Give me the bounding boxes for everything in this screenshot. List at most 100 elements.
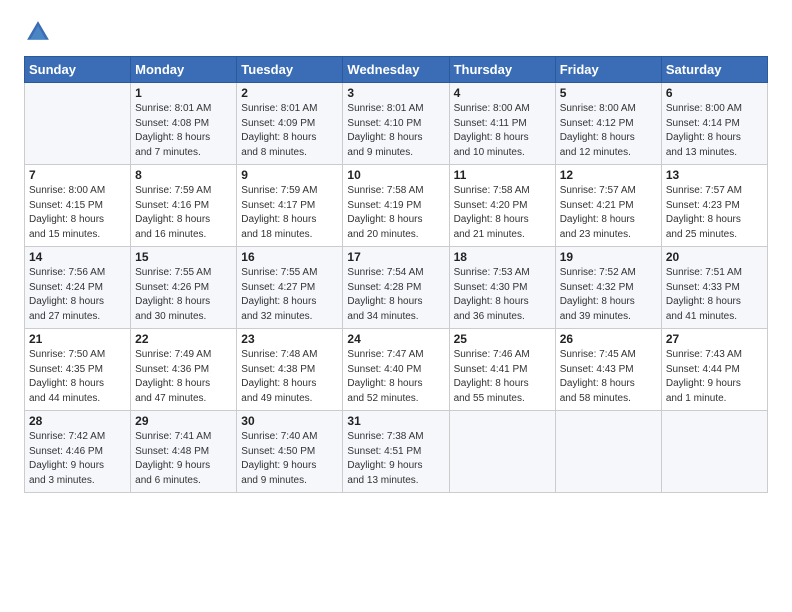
cell-info: Sunrise: 7:57 AM Sunset: 4:21 PM Dayligh… bbox=[560, 184, 657, 242]
cell-info: Sunrise: 8:01 AM Sunset: 4:10 PM Dayligh… bbox=[347, 102, 444, 160]
calendar-week-row: 28 Sunrise: 7:42 AM Sunset: 4:46 PM Dayli… bbox=[25, 411, 768, 493]
day-number: 23 bbox=[241, 332, 338, 346]
calendar-cell: 10 Sunrise: 7:58 AM Sunset: 4:19 PM Dayli… bbox=[343, 165, 449, 247]
weekday-header: Wednesday bbox=[343, 57, 449, 83]
cell-info: Sunrise: 7:51 AM Sunset: 4:33 PM Dayligh… bbox=[666, 266, 763, 324]
day-number: 19 bbox=[560, 250, 657, 264]
day-number: 6 bbox=[666, 86, 763, 100]
weekday-header: Sunday bbox=[25, 57, 131, 83]
cell-info: Sunrise: 7:58 AM Sunset: 4:20 PM Dayligh… bbox=[454, 184, 551, 242]
logo-icon bbox=[24, 18, 52, 46]
calendar-cell: 16 Sunrise: 7:55 AM Sunset: 4:27 PM Dayli… bbox=[237, 247, 343, 329]
day-number: 13 bbox=[666, 168, 763, 182]
calendar-cell: 7 Sunrise: 8:00 AM Sunset: 4:15 PM Daylig… bbox=[25, 165, 131, 247]
cell-info: Sunrise: 7:46 AM Sunset: 4:41 PM Dayligh… bbox=[454, 348, 551, 406]
day-number: 26 bbox=[560, 332, 657, 346]
cell-info: Sunrise: 7:38 AM Sunset: 4:51 PM Dayligh… bbox=[347, 430, 444, 488]
calendar-cell: 17 Sunrise: 7:54 AM Sunset: 4:28 PM Dayli… bbox=[343, 247, 449, 329]
calendar-cell: 19Sunrise: 7:52 AM Sunset: 4:32 PM Dayli… bbox=[555, 247, 661, 329]
weekday-header: Tuesday bbox=[237, 57, 343, 83]
day-number: 30 bbox=[241, 414, 338, 428]
calendar-cell: 11 Sunrise: 7:58 AM Sunset: 4:20 PM Dayli… bbox=[449, 165, 555, 247]
cell-info: Sunrise: 8:01 AM Sunset: 4:08 PM Dayligh… bbox=[135, 102, 232, 160]
calendar-header-row: SundayMondayTuesdayWednesdayThursdayFrid… bbox=[25, 57, 768, 83]
day-number: 9 bbox=[241, 168, 338, 182]
day-number: 17 bbox=[347, 250, 444, 264]
calendar-cell: 13 Sunrise: 7:57 AM Sunset: 4:23 PM Dayli… bbox=[661, 165, 767, 247]
calendar-cell: 24Sunrise: 7:47 AM Sunset: 4:40 PM Dayli… bbox=[343, 329, 449, 411]
cell-info: Sunrise: 7:50 AM Sunset: 4:35 PM Dayligh… bbox=[29, 348, 126, 406]
calendar-cell: 20 Sunrise: 7:51 AM Sunset: 4:33 PM Dayli… bbox=[661, 247, 767, 329]
calendar-cell: 15 Sunrise: 7:55 AM Sunset: 4:26 PM Dayli… bbox=[131, 247, 237, 329]
calendar-cell: 14Sunrise: 7:56 AM Sunset: 4:24 PM Dayli… bbox=[25, 247, 131, 329]
cell-info: Sunrise: 7:59 AM Sunset: 4:17 PM Dayligh… bbox=[241, 184, 338, 242]
calendar-cell: 22 Sunrise: 7:49 AM Sunset: 4:36 PM Dayli… bbox=[131, 329, 237, 411]
calendar-cell bbox=[661, 411, 767, 493]
calendar-cell: 8Sunrise: 7:59 AM Sunset: 4:16 PM Daylig… bbox=[131, 165, 237, 247]
day-number: 15 bbox=[135, 250, 232, 264]
cell-info: Sunrise: 7:40 AM Sunset: 4:50 PM Dayligh… bbox=[241, 430, 338, 488]
calendar-week-row: 7 Sunrise: 8:00 AM Sunset: 4:15 PM Daylig… bbox=[25, 165, 768, 247]
day-number: 4 bbox=[454, 86, 551, 100]
day-number: 18 bbox=[454, 250, 551, 264]
day-number: 2 bbox=[241, 86, 338, 100]
calendar-cell: 1 Sunrise: 8:01 AM Sunset: 4:08 PM Daylig… bbox=[131, 83, 237, 165]
calendar-cell: 31 Sunrise: 7:38 AM Sunset: 4:51 PM Dayli… bbox=[343, 411, 449, 493]
calendar-table: SundayMondayTuesdayWednesdayThursdayFrid… bbox=[24, 56, 768, 493]
day-number: 31 bbox=[347, 414, 444, 428]
calendar-week-row: 21 Sunrise: 7:50 AM Sunset: 4:35 PM Dayli… bbox=[25, 329, 768, 411]
day-number: 24 bbox=[347, 332, 444, 346]
calendar-cell: 6 Sunrise: 8:00 AM Sunset: 4:14 PM Daylig… bbox=[661, 83, 767, 165]
cell-info: Sunrise: 7:57 AM Sunset: 4:23 PM Dayligh… bbox=[666, 184, 763, 242]
calendar-cell bbox=[25, 83, 131, 165]
day-number: 16 bbox=[241, 250, 338, 264]
cell-info: Sunrise: 7:56 AM Sunset: 4:24 PM Dayligh… bbox=[29, 266, 126, 324]
day-number: 28 bbox=[29, 414, 126, 428]
cell-info: Sunrise: 7:54 AM Sunset: 4:28 PM Dayligh… bbox=[347, 266, 444, 324]
calendar-cell: 9 Sunrise: 7:59 AM Sunset: 4:17 PM Daylig… bbox=[237, 165, 343, 247]
calendar-week-row: 14Sunrise: 7:56 AM Sunset: 4:24 PM Dayli… bbox=[25, 247, 768, 329]
calendar-cell bbox=[449, 411, 555, 493]
cell-info: Sunrise: 7:45 AM Sunset: 4:43 PM Dayligh… bbox=[560, 348, 657, 406]
day-number: 20 bbox=[666, 250, 763, 264]
day-number: 22 bbox=[135, 332, 232, 346]
cell-info: Sunrise: 7:49 AM Sunset: 4:36 PM Dayligh… bbox=[135, 348, 232, 406]
weekday-header: Thursday bbox=[449, 57, 555, 83]
day-number: 7 bbox=[29, 168, 126, 182]
cell-info: Sunrise: 7:58 AM Sunset: 4:19 PM Dayligh… bbox=[347, 184, 444, 242]
page: SundayMondayTuesdayWednesdayThursdayFrid… bbox=[0, 0, 792, 503]
calendar-cell: 12 Sunrise: 7:57 AM Sunset: 4:21 PM Dayli… bbox=[555, 165, 661, 247]
calendar-week-row: 1 Sunrise: 8:01 AM Sunset: 4:08 PM Daylig… bbox=[25, 83, 768, 165]
day-number: 5 bbox=[560, 86, 657, 100]
calendar-cell bbox=[555, 411, 661, 493]
cell-info: Sunrise: 7:41 AM Sunset: 4:48 PM Dayligh… bbox=[135, 430, 232, 488]
calendar-cell: 26 Sunrise: 7:45 AM Sunset: 4:43 PM Dayli… bbox=[555, 329, 661, 411]
logo bbox=[24, 18, 56, 46]
header bbox=[24, 18, 768, 46]
day-number: 10 bbox=[347, 168, 444, 182]
day-number: 21 bbox=[29, 332, 126, 346]
cell-info: Sunrise: 7:55 AM Sunset: 4:26 PM Dayligh… bbox=[135, 266, 232, 324]
weekday-header: Monday bbox=[131, 57, 237, 83]
day-number: 27 bbox=[666, 332, 763, 346]
day-number: 12 bbox=[560, 168, 657, 182]
day-number: 3 bbox=[347, 86, 444, 100]
cell-info: Sunrise: 8:00 AM Sunset: 4:12 PM Dayligh… bbox=[560, 102, 657, 160]
day-number: 11 bbox=[454, 168, 551, 182]
cell-info: Sunrise: 7:53 AM Sunset: 4:30 PM Dayligh… bbox=[454, 266, 551, 324]
cell-info: Sunrise: 8:00 AM Sunset: 4:14 PM Dayligh… bbox=[666, 102, 763, 160]
cell-info: Sunrise: 7:55 AM Sunset: 4:27 PM Dayligh… bbox=[241, 266, 338, 324]
cell-info: Sunrise: 7:59 AM Sunset: 4:16 PM Dayligh… bbox=[135, 184, 232, 242]
cell-info: Sunrise: 7:42 AM Sunset: 4:46 PM Dayligh… bbox=[29, 430, 126, 488]
cell-info: Sunrise: 8:00 AM Sunset: 4:15 PM Dayligh… bbox=[29, 184, 126, 242]
cell-info: Sunrise: 8:01 AM Sunset: 4:09 PM Dayligh… bbox=[241, 102, 338, 160]
calendar-cell: 27Sunrise: 7:43 AM Sunset: 4:44 PM Dayli… bbox=[661, 329, 767, 411]
calendar-cell: 4Sunrise: 8:00 AM Sunset: 4:11 PM Daylig… bbox=[449, 83, 555, 165]
calendar-cell: 29 Sunrise: 7:41 AM Sunset: 4:48 PM Dayli… bbox=[131, 411, 237, 493]
calendar-cell: 23Sunrise: 7:48 AM Sunset: 4:38 PM Dayli… bbox=[237, 329, 343, 411]
day-number: 29 bbox=[135, 414, 232, 428]
calendar-cell: 3 Sunrise: 8:01 AM Sunset: 4:10 PM Daylig… bbox=[343, 83, 449, 165]
calendar-cell: 5 Sunrise: 8:00 AM Sunset: 4:12 PM Daylig… bbox=[555, 83, 661, 165]
day-number: 1 bbox=[135, 86, 232, 100]
calendar-cell: 2 Sunrise: 8:01 AM Sunset: 4:09 PM Daylig… bbox=[237, 83, 343, 165]
